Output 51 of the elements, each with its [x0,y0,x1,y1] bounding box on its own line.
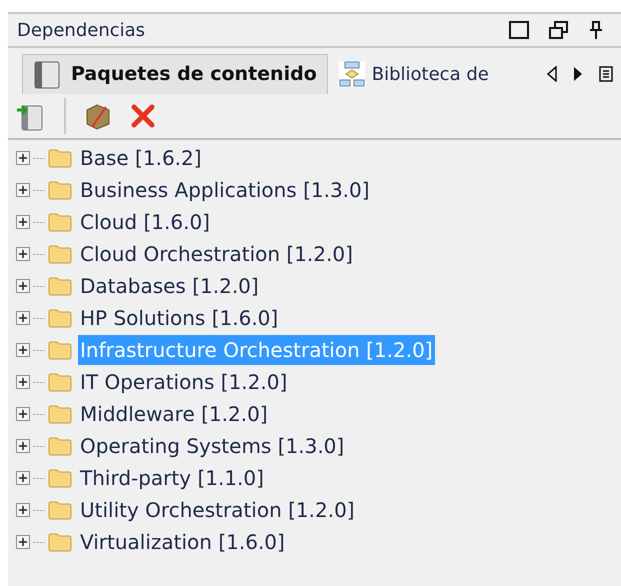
expand-icon[interactable] [16,183,30,197]
tree-item[interactable]: Operating Systems [1.3.0] [78,431,346,461]
expand-icon[interactable] [16,439,30,453]
folder-icon [48,532,72,552]
left-arrow-icon[interactable] [547,66,557,82]
expand-icon[interactable] [16,471,30,485]
folder-icon [48,148,72,168]
tab[interactable]: Biblioteca de [328,54,499,94]
folder-icon [48,276,72,296]
expand-icon[interactable] [16,247,30,261]
box-icon[interactable] [84,102,112,130]
folder-icon [48,468,72,488]
tree-item[interactable]: Databases [1.2.0] [78,271,261,301]
expand-icon[interactable] [16,151,30,165]
restore-icon[interactable] [549,21,569,39]
folder-icon [48,404,72,424]
tree-item[interactable]: Virtualization [1.6.0] [78,527,287,557]
tree-item[interactable]: IT Operations [1.2.0] [78,367,290,397]
pin-icon[interactable] [589,21,603,39]
folder-icon [48,308,72,328]
tree-item[interactable]: Cloud [1.6.0] [78,207,212,237]
list-icon[interactable] [599,66,613,82]
folder-icon [48,180,72,200]
folder-icon [48,340,72,360]
expand-icon[interactable] [16,407,30,421]
expand-icon[interactable] [16,343,30,357]
folder-icon [48,244,72,264]
delete-icon[interactable] [130,103,156,129]
package-icon [33,60,61,90]
diagram-icon [338,60,366,88]
expand-icon[interactable] [16,279,30,293]
tree-item[interactable]: Business Applications [1.3.0] [78,175,372,205]
maximize-icon[interactable] [509,21,529,39]
tree-item[interactable]: Base [1.6.2] [78,143,204,173]
expand-icon[interactable] [16,375,30,389]
folder-icon [48,436,72,456]
tab[interactable]: Paquetes de contenido [22,54,328,94]
tree-item[interactable]: Middleware [1.2.0] [78,399,270,429]
expand-icon[interactable] [16,535,30,549]
folder-icon [48,212,72,232]
folder-icon [48,372,72,392]
tree-item[interactable]: Cloud Orchestration [1.2.0] [78,239,355,269]
folder-icon [48,500,72,520]
expand-icon[interactable] [16,503,30,517]
panel-title: Dependencias [17,18,146,42]
tree-item[interactable]: Utility Orchestration [1.2.0] [78,495,357,525]
expand-icon[interactable] [16,311,30,325]
expand-icon[interactable] [16,215,30,229]
tree-item[interactable]: HP Solutions [1.6.0] [78,303,280,333]
right-arrow-icon[interactable] [573,66,583,82]
tree-item[interactable]: Third-party [1.1.0] [78,463,266,493]
